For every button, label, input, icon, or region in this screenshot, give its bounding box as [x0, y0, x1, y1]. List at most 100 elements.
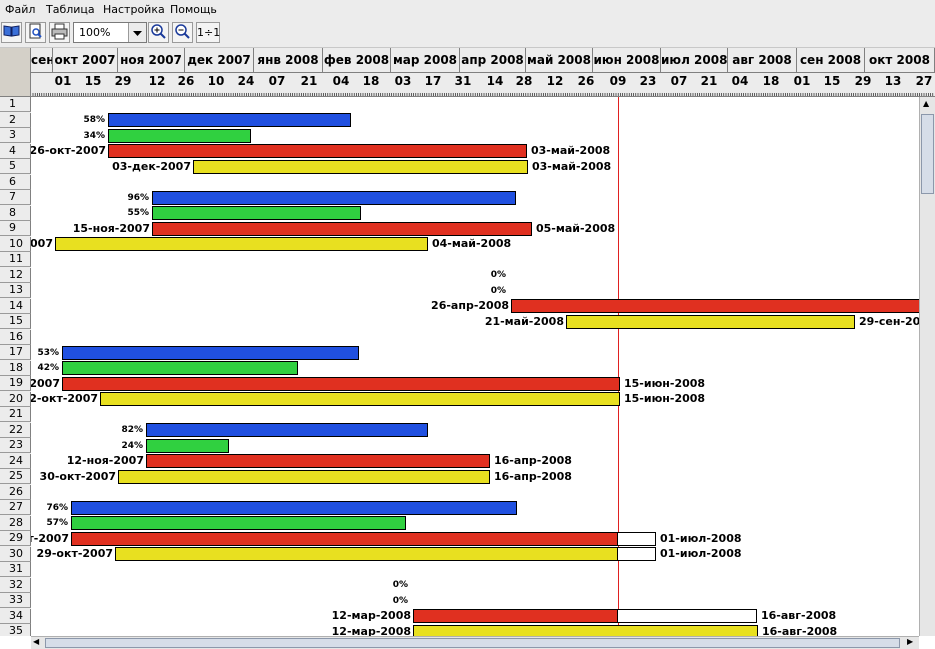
row-number: 32 [0, 577, 31, 593]
row-number: 30 [0, 546, 31, 562]
gantt-bar-red[interactable] [152, 221, 532, 236]
gantt-bar-yellow[interactable] [413, 624, 758, 636]
day-label: 01 [793, 74, 811, 88]
zoom-value: 100% [79, 26, 111, 39]
day-label: 17 [424, 74, 442, 88]
menu-table[interactable]: Таблица [46, 3, 95, 16]
day-label: 24 [237, 74, 255, 88]
day-label: 01 [54, 74, 72, 88]
end-date-label: 01-июл-2008 [660, 531, 742, 545]
horizontal-scrollbar[interactable]: ◀ ▶ [31, 636, 919, 649]
horizontal-scroll-thumb[interactable] [45, 638, 900, 648]
row-number: 11 [0, 252, 31, 267]
row-number: 19 [0, 376, 31, 391]
actual-size-button[interactable]: 1÷1 [196, 22, 220, 43]
gantt-bar-remaining[interactable] [617, 531, 656, 546]
vertical-scroll-thumb[interactable] [921, 114, 934, 194]
gantt-bar-blue[interactable] [71, 500, 517, 515]
gantt-bar-blue[interactable] [152, 190, 516, 205]
gantt-bar-yellow[interactable] [566, 314, 855, 329]
gantt-bar-red[interactable] [62, 376, 620, 391]
zoom-out-button[interactable] [172, 22, 193, 43]
end-date-label: 16-авг-2008 [761, 609, 837, 622]
open-book-button[interactable] [1, 22, 22, 43]
row-number: 34 [0, 608, 31, 624]
menu-file[interactable]: Файл [5, 3, 35, 16]
month-label: дек 2007 [185, 48, 254, 72]
gantt-bar-yellow[interactable] [100, 392, 620, 406]
menu-settings[interactable]: Настройка [103, 3, 165, 16]
day-label: 28 [515, 74, 533, 88]
day-label: 26 [577, 74, 595, 88]
row-number: 12 [0, 267, 31, 283]
progress-percent-label: 0% [490, 270, 506, 280]
progress-percent-label: 57% [46, 518, 68, 528]
gantt-bar-green[interactable] [146, 438, 229, 453]
vertical-scrollbar[interactable]: ▲ [919, 97, 935, 636]
gantt-bar-red[interactable] [413, 609, 618, 623]
chevron-down-icon[interactable] [128, 23, 146, 42]
row-number: 7 [0, 190, 31, 205]
scroll-left-icon[interactable]: ◀ [33, 637, 39, 646]
progress-percent-label: 0% [490, 285, 506, 296]
progress-percent-label: 55% [127, 208, 149, 218]
scroll-right-icon[interactable]: ▶ [907, 637, 913, 646]
row-number: 24 [0, 453, 31, 469]
day-label: 15 [84, 74, 102, 88]
gantt-bar-green[interactable] [71, 516, 406, 530]
gantt-bar-green[interactable] [152, 206, 361, 220]
row-number: 27 [0, 500, 31, 515]
gantt-bar-green[interactable] [62, 361, 298, 375]
row-number: 29 [0, 531, 31, 546]
day-label: 26 [177, 74, 195, 88]
gantt-bar-red[interactable] [511, 299, 919, 313]
end-date-label: 15-июн-2008 [624, 376, 706, 390]
gantt-bar-yellow[interactable] [115, 547, 618, 561]
row-number: 35 [0, 624, 31, 636]
month-label: янв 2008 [254, 48, 323, 72]
day-label: 31 [454, 74, 472, 88]
gantt-bar-red[interactable] [108, 144, 527, 158]
row-number: 33 [0, 593, 31, 608]
row-number: 3 [0, 128, 31, 143]
progress-percent-label: 82% [121, 425, 143, 435]
month-header: сен окт 2007 ноя 2007 дек 2007 янв 2008 фев 2… [31, 48, 935, 73]
row-number: 18 [0, 360, 31, 376]
progress-percent-label: 58% [83, 115, 105, 125]
day-label: 29 [114, 74, 132, 88]
progress-percent-label: 24% [121, 440, 143, 451]
print-preview-button[interactable] [25, 22, 46, 43]
day-label: 29 [854, 74, 872, 88]
gantt-bar-red[interactable] [146, 454, 490, 468]
scroll-up-icon[interactable]: ▲ [923, 99, 929, 108]
gantt-bar-remaining[interactable] [617, 547, 656, 561]
gantt-bar-blue[interactable] [146, 423, 428, 437]
day-label: 18 [762, 74, 780, 88]
progress-percent-label: 42% [37, 363, 59, 373]
day-label: 09 [609, 74, 627, 88]
start-date-label: 29-окт-2007 [36, 547, 113, 560]
gantt-bar-red[interactable] [71, 531, 618, 546]
end-date-label: 03-май-2008 [531, 144, 611, 157]
gantt-bar-yellow[interactable] [193, 159, 528, 174]
gantt-bar-yellow[interactable] [55, 237, 428, 251]
gantt-bar-blue[interactable] [62, 345, 359, 360]
header-corner [0, 48, 31, 97]
gantt-bar-yellow[interactable] [118, 469, 490, 484]
start-date-label: 21-май-2008 [484, 314, 564, 328]
row-number: 22 [0, 422, 31, 438]
print-button[interactable] [49, 22, 70, 43]
row-number: 1 [0, 97, 31, 112]
row-number: 5 [0, 159, 31, 174]
gantt-bar-remaining[interactable] [617, 609, 757, 623]
zoom-select[interactable]: 100% [73, 22, 147, 43]
zoom-in-button[interactable] [148, 22, 169, 43]
menu-help[interactable]: Помощь [170, 3, 217, 16]
month-label: сен [31, 48, 53, 72]
day-label: 21 [700, 74, 718, 88]
print-preview-icon [29, 23, 42, 39]
zoom-out-icon [175, 24, 190, 39]
gantt-bar-blue[interactable] [108, 113, 351, 127]
gantt-bar-green[interactable] [108, 128, 251, 143]
gantt-chart-area[interactable]: 58% 34% 26-окт-2007 03-май-2008 03-дек-2007 0… [31, 97, 919, 636]
